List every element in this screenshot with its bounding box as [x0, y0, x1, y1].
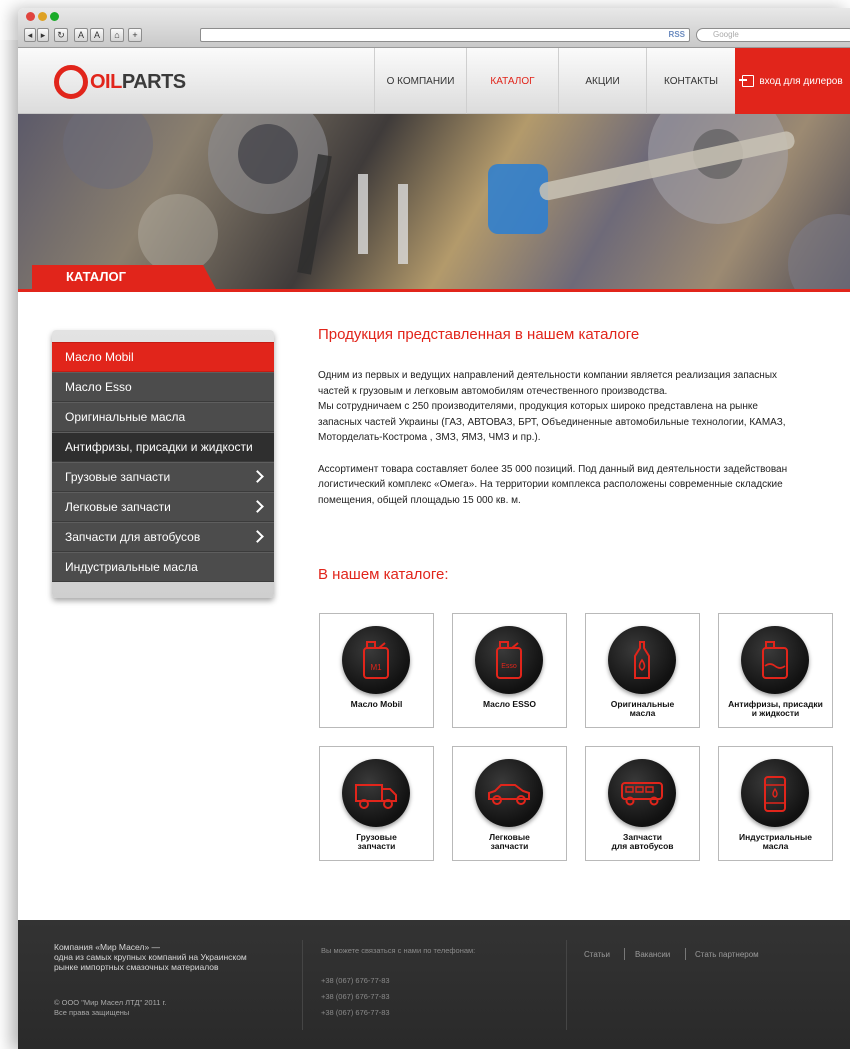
oil-canister-mobil-icon: M1: [342, 626, 410, 694]
catalog-card-label: Запчасти для автобусов: [611, 832, 674, 851]
minimize-window-icon[interactable]: [38, 12, 47, 21]
chevron-right-icon: [251, 530, 264, 543]
browser-window: ◂ ▸ ↻ A A ⌂ + RSS Google OIL PARTS О КОМ…: [18, 8, 850, 1049]
content-paragraph-2: Ассортимент товара составляет более 35 0…: [318, 463, 788, 506]
sidebar-item[interactable]: Антифризы, присадки и жидкости: [52, 432, 274, 462]
site-footer: Компания «Мир Масел» — одна из самых кру…: [18, 920, 850, 1049]
main-nav: О КОМПАНИИ КАТАЛОГ АКЦИИ КОНТАКТЫ: [374, 48, 735, 114]
catalog-card-label: Индустриальные масла: [738, 832, 813, 851]
catalog-card-label: Легковые запчасти: [489, 832, 530, 851]
catalog-card-label: Оригинальные масла: [610, 699, 675, 718]
footer-link-vacancies[interactable]: Вакансии: [635, 950, 670, 959]
dealer-login-label: вход для дилеров: [759, 75, 843, 87]
reload-button[interactable]: ↻: [54, 28, 68, 42]
address-bar[interactable]: RSS: [200, 28, 690, 42]
footer-divider: [302, 940, 303, 1030]
sidebar-item[interactable]: Индустриальные масла: [52, 552, 274, 582]
nav-contacts[interactable]: КОНТАКТЫ: [646, 48, 735, 114]
chevron-right-icon: [251, 500, 264, 513]
zoom-window-icon[interactable]: [50, 12, 59, 21]
catalog-card[interactable]: Легковые запчасти: [452, 746, 567, 861]
footer-phone-2[interactable]: +38 (067) 676-77-83: [321, 992, 390, 1002]
sidebar-item[interactable]: Грузовые запчасти: [52, 462, 274, 492]
back-button[interactable]: ◂: [24, 28, 36, 42]
truck-icon: [342, 759, 410, 827]
page-title-badge: КАТАЛОГ: [32, 265, 216, 289]
catalog-section-title: В нашем каталоге:: [318, 566, 449, 583]
footer-link-articles[interactable]: Статьи: [584, 950, 610, 959]
add-bookmark-button[interactable]: +: [128, 28, 142, 42]
sidebar-item[interactable]: Легковые запчасти: [52, 492, 274, 522]
sidebar-item-label: Легковые запчасти: [65, 500, 171, 514]
footer-phones-title: Вы можете связаться с нами по телефонам:: [321, 946, 476, 955]
footer-divider: [566, 940, 567, 1030]
sidebar-item-label: Антифризы, присадки и жидкости: [65, 440, 253, 454]
catalog-card[interactable]: Запчасти для автобусов: [585, 746, 700, 861]
catalog-card[interactable]: Оригинальные масла: [585, 613, 700, 728]
oilparts-logo[interactable]: OIL PARTS: [54, 64, 186, 100]
sidebar-item[interactable]: Оригинальные масла: [52, 402, 274, 432]
nav-promotions[interactable]: АКЦИИ: [558, 48, 646, 114]
sidebar-item-label: Запчасти для автобусов: [65, 530, 201, 544]
page-left-edge: [0, 40, 18, 1049]
sidebar-menu: Масло Mobil Масло Esso Оригинальные масла А…: [52, 342, 274, 582]
home-button[interactable]: ⌂: [110, 28, 124, 42]
logo-parts-text: PARTS: [121, 70, 186, 93]
svg-text:Esso: Esso: [501, 663, 517, 670]
footer-link-partner[interactable]: Стать партнером: [695, 950, 759, 959]
sidebar-item-label: Грузовые запчасти: [65, 470, 171, 484]
catalog-card-label: Масло Mobil: [350, 699, 403, 709]
dealer-login-button[interactable]: вход для дилеров: [735, 48, 850, 114]
text-larger-button[interactable]: A: [90, 28, 104, 42]
catalog-card[interactable]: Индустриальные масла: [718, 746, 833, 861]
browser-toolbar: ◂ ▸ ↻ A A ⌂ + RSS Google: [18, 8, 850, 48]
nav-about[interactable]: О КОМПАНИИ: [374, 48, 466, 114]
content-title: Продукция представленная в нашем каталог…: [318, 326, 640, 343]
footer-company-text: Компания «Мир Масел» — одна из самых кру…: [54, 942, 247, 972]
hero-banner: КАТАЛОГ: [18, 114, 850, 292]
bus-icon: [608, 759, 676, 827]
catalog-sidebar: Масло Mobil Масло Esso Оригинальные масла А…: [52, 330, 274, 598]
oil-canister-esso-icon: Esso: [475, 626, 543, 694]
browser-search-input[interactable]: Google: [696, 28, 850, 42]
text-smaller-button[interactable]: A: [74, 28, 88, 42]
catalog-card[interactable]: Esso Масло ESSO: [452, 613, 567, 728]
sidebar-item[interactable]: Масло Esso: [52, 372, 274, 402]
logo-ring-icon: [54, 65, 88, 99]
antifreeze-canister-icon: [741, 626, 809, 694]
main-content: Продукция представленная в нашем каталог…: [318, 326, 833, 508]
catalog-card[interactable]: Антифризы, присадки и жидкости: [718, 613, 833, 728]
rss-icon[interactable]: RSS: [669, 30, 685, 39]
sidebar-item-label: Оригинальные масла: [65, 410, 186, 424]
catalog-card[interactable]: Грузовые запчасти: [319, 746, 434, 861]
close-window-icon[interactable]: [26, 12, 35, 21]
search-placeholder: Google: [713, 30, 739, 39]
catalog-card-label: Масло ESSO: [482, 699, 537, 709]
sidebar-item-label: Масло Esso: [65, 380, 132, 394]
sidebar-item-label: Индустриальные масла: [65, 560, 198, 574]
catalog-card-label: Антифризы, присадки и жидкости: [728, 699, 823, 718]
sidebar-item[interactable]: Запчасти для автобусов: [52, 522, 274, 552]
car-icon: [475, 759, 543, 827]
svg-text:M1: M1: [370, 663, 382, 672]
footer-link-separator: [624, 948, 625, 960]
nav-catalog[interactable]: КАТАЛОГ: [466, 48, 558, 114]
footer-copyright: © ООО "Мир Масел ЛТД" 2011 г. Все права …: [54, 998, 167, 1017]
catalog-card[interactable]: M1 Масло Mobil: [319, 613, 434, 728]
sidebar-item[interactable]: Масло Mobil: [52, 342, 274, 372]
footer-phone-3[interactable]: +38 (067) 676-77-83: [321, 1008, 390, 1018]
footer-phone-1[interactable]: +38 (067) 676-77-83: [321, 976, 390, 986]
logo-oil-text: OIL: [90, 70, 122, 93]
oil-barrel-icon: [741, 759, 809, 827]
sidebar-item-label: Масло Mobil: [65, 350, 134, 364]
login-door-icon: [739, 75, 755, 87]
content-paragraph-1: Одним из первых и ведущих направлений де…: [318, 370, 786, 443]
footer-link-separator: [685, 948, 686, 960]
oil-bottle-drop-icon: [608, 626, 676, 694]
forward-button[interactable]: ▸: [37, 28, 49, 42]
catalog-card-label: Грузовые запчасти: [356, 832, 397, 851]
site-header: OIL PARTS О КОМПАНИИ КАТАЛОГ АКЦИИ КОНТА…: [18, 48, 850, 114]
chevron-right-icon: [251, 470, 264, 483]
